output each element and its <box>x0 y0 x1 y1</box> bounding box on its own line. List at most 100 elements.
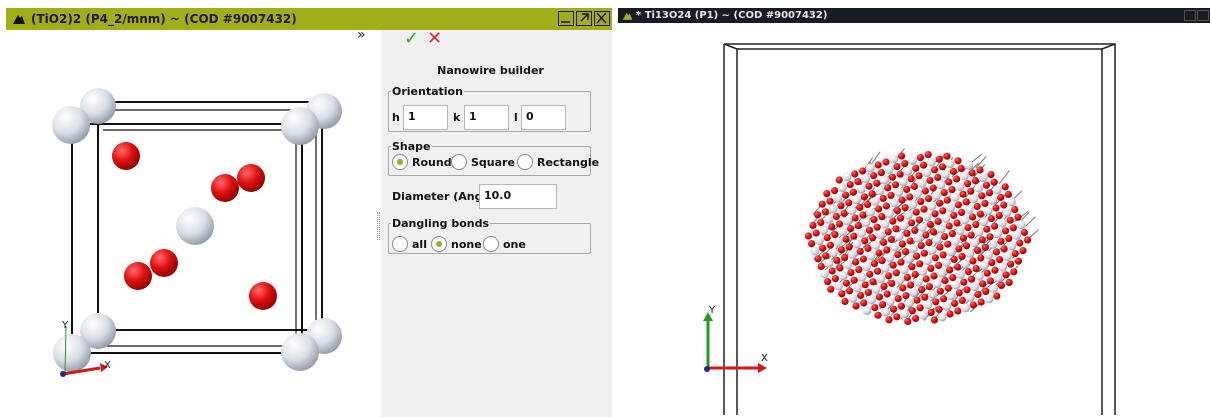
oxygen-atom <box>912 208 920 216</box>
oxygen-atom <box>946 266 954 274</box>
oxygen-atom <box>935 305 943 313</box>
titanium-atom <box>820 269 829 279</box>
titanium-atom <box>970 282 980 292</box>
oxygen-atom <box>1002 227 1010 235</box>
oxygen-atom <box>849 188 857 196</box>
titanium-atom <box>908 156 917 166</box>
oxygen-atom <box>846 287 854 295</box>
oxygen-atom <box>871 304 879 312</box>
bond <box>1025 216 1036 227</box>
oxygen-atom <box>892 225 900 233</box>
oxygen-atom <box>875 205 883 213</box>
oxygen-atom <box>845 243 853 251</box>
oxygen-atom <box>983 269 991 277</box>
oxygen-atom <box>990 178 998 186</box>
cancel-cross-icon[interactable]: ✕ <box>427 30 442 48</box>
oxygen-atom <box>925 239 933 247</box>
shape-rectangle-radio[interactable] <box>517 154 533 170</box>
unit-cell-viewport[interactable]: X Y <box>6 30 381 417</box>
oxygen-atom <box>959 234 967 242</box>
diameter-input[interactable]: 10.0 <box>479 184 557 209</box>
titanium-atom <box>890 286 900 296</box>
oxygen-atom <box>1002 271 1010 279</box>
oxygen-atom <box>969 213 977 221</box>
detach-window-icon[interactable] <box>576 11 592 26</box>
titanium-atom <box>941 170 950 179</box>
oxygen-atom <box>907 281 915 289</box>
titanium-atom <box>1002 208 1012 218</box>
oxygen-atom <box>974 246 982 254</box>
titanium-atom <box>993 273 1003 283</box>
titanium-atom <box>964 161 974 170</box>
titanium-atom <box>852 239 862 249</box>
minimize-window-icon[interactable] <box>1184 10 1196 21</box>
collapse-panel-icon[interactable]: » <box>357 28 371 44</box>
k-index-input[interactable]: 1 <box>464 105 509 130</box>
oxygen-atom <box>1014 257 1022 265</box>
titanium-atom <box>975 271 984 281</box>
oxygen-atom <box>827 285 835 293</box>
oxygen-atom <box>931 166 939 174</box>
minimize-window-icon[interactable] <box>558 11 574 26</box>
right-window-titlebar[interactable]: * Ti13O24 (P1) ~ (COD #9007432) <box>618 8 1210 23</box>
oxygen-atom <box>976 166 984 174</box>
titanium-atom <box>881 263 890 273</box>
titanium-atom <box>961 303 970 313</box>
oxygen-atom <box>840 209 848 217</box>
titanium-atom <box>903 166 913 176</box>
shape-round-radio[interactable] <box>392 154 408 170</box>
oxygen-atom <box>902 292 910 300</box>
oxygen-atom <box>838 290 846 298</box>
titanium-atom <box>838 271 848 280</box>
titanium-atom <box>861 174 871 184</box>
panel-resize-grip[interactable] <box>377 212 380 240</box>
oxygen-atom <box>837 246 845 254</box>
l-index-input[interactable]: 0 <box>521 105 566 130</box>
orientation-legend: Orientation <box>392 85 463 98</box>
oxygen-atom <box>824 278 832 286</box>
oxygen-atom <box>963 242 971 250</box>
titanium-atom <box>871 285 881 294</box>
left-window-titlebar[interactable]: (TiO2)2 (P4_2/mnm) ~ (COD #9007432) <box>6 8 612 30</box>
right-window-title: * Ti13O24 (P1) ~ (COD #9007432) <box>636 10 828 21</box>
oxygen-atom <box>831 275 839 283</box>
oxygen-atom <box>903 273 911 281</box>
oxygen-atom <box>974 290 982 298</box>
nanowire-viewport[interactable]: X Y <box>618 23 1210 417</box>
oxygen-atom <box>865 182 873 190</box>
titanium-atom <box>889 198 899 208</box>
oxygen-atom <box>954 307 962 315</box>
titanium-atom <box>932 191 941 201</box>
h-index-input[interactable]: 1 <box>403 105 448 130</box>
titanium-atom <box>876 274 886 284</box>
titanium-atom <box>960 215 970 225</box>
dangling-one-radio[interactable] <box>483 236 499 252</box>
oxygen-atom <box>978 192 986 200</box>
dangling-none-radio[interactable] <box>431 236 447 252</box>
dangling-all-radio[interactable] <box>392 236 408 252</box>
oxygen-atom <box>944 284 952 292</box>
oxygen-atom <box>908 263 916 271</box>
apply-check-icon[interactable]: ✓ <box>404 30 419 48</box>
nanowire-atoms <box>804 148 1039 325</box>
titanium-atom <box>899 221 909 231</box>
oxygen-atom <box>855 266 863 274</box>
detach-window-icon[interactable] <box>1197 10 1209 21</box>
oxygen-atom <box>981 243 989 251</box>
oxygen-atom <box>1011 250 1019 258</box>
app-logo-icon <box>622 11 633 21</box>
oxygen-atom <box>925 283 933 291</box>
titanium-atom <box>922 212 932 222</box>
oxygen-atom <box>1011 206 1019 214</box>
oxygen-atom <box>931 210 939 218</box>
titanium-atom <box>998 218 1007 228</box>
oxygen-atom <box>879 301 887 309</box>
oxygen-atom <box>885 272 893 280</box>
titanium-atom <box>927 201 937 211</box>
oxygen-atom <box>898 152 906 160</box>
close-window-icon[interactable] <box>594 11 610 26</box>
shape-rectangle-label: Rectangle <box>537 156 600 169</box>
shape-square-radio[interactable] <box>451 154 467 170</box>
oxygen-atom <box>860 299 868 307</box>
titanium-atom <box>847 206 857 215</box>
